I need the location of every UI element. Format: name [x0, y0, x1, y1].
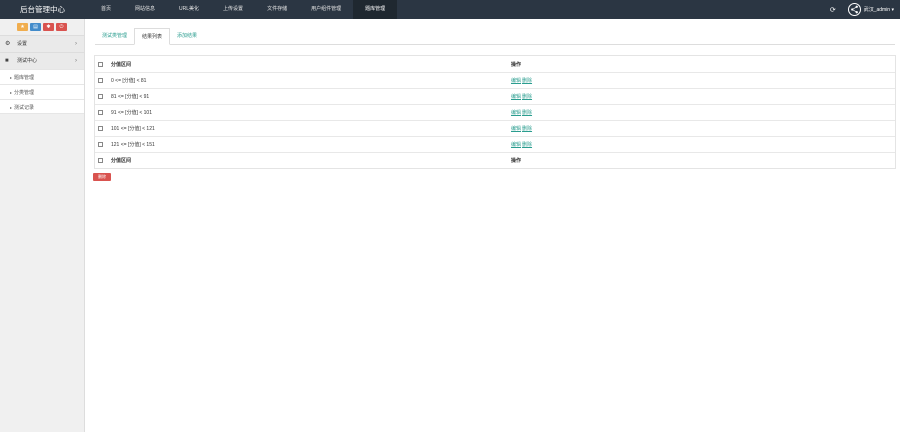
row-checkbox[interactable] [98, 110, 103, 115]
column-footer-range: 分值区间 [111, 158, 132, 164]
star-icon[interactable]: ★ [17, 23, 28, 31]
row-actions: 编辑删除 [511, 109, 891, 116]
edit-link[interactable]: 编辑 [511, 142, 521, 148]
table-row: 101 <= [分值] < 121 编辑删除 [95, 120, 895, 136]
gear-icon[interactable]: ✱ [43, 23, 54, 31]
tab-add-result[interactable]: 添加结果 [170, 28, 204, 45]
nav-item-upload[interactable]: 上传设置 [211, 0, 255, 19]
sidebar-group-label: 设置 [17, 40, 28, 47]
delete-link[interactable]: 删除 [522, 126, 532, 132]
row-range: 121 <= [分值] < 151 [111, 142, 155, 148]
row-range: 81 <= [分值] < 91 [111, 94, 150, 100]
column-header-actions: 操作 [511, 61, 522, 68]
delete-link[interactable]: 删除 [522, 110, 532, 116]
column-header-range: 分值区间 [111, 61, 132, 68]
user-name: 武汉_admin [863, 7, 891, 13]
sidebar: ★ ▤ ✱ ⏻ ⚙ 设置 › ■ 测试中心 › ▸ 题库管理 ▸ 分类管理 ▸ 测试记… [0, 19, 85, 432]
delete-link[interactable]: 删除 [522, 142, 532, 148]
chevron-right-icon: › [75, 58, 77, 64]
nav-item-user-components[interactable]: 用户组件管理 [299, 0, 353, 19]
avatar[interactable] [847, 3, 861, 16]
table-header-row: 分值区间 操作 [95, 56, 895, 72]
sidebar-item-label: 分类管理 [14, 90, 35, 96]
caret-down-icon: ▾ [891, 7, 894, 13]
select-all-checkbox-footer[interactable] [98, 158, 103, 163]
table-row: 0 <= [分值] < 81 编辑删除 [95, 72, 895, 88]
row-checkbox[interactable] [98, 94, 103, 99]
row-checkbox[interactable] [98, 126, 103, 131]
row-actions: 编辑删除 [511, 77, 891, 84]
nav-item-url[interactable]: URL美化 [167, 0, 211, 19]
table-row: 121 <= [分值] < 151 编辑删除 [95, 136, 895, 152]
sidebar-item-categories[interactable]: ▸ 分类管理 [0, 84, 84, 99]
file-icon[interactable]: ▤ [30, 23, 41, 31]
tab-result-list[interactable]: 结果列表 [134, 28, 171, 45]
nav-item-site-info[interactable]: 网站信息 [123, 0, 167, 19]
row-actions: 编辑删除 [511, 141, 891, 148]
row-checkbox[interactable] [98, 142, 103, 147]
table-footer-row: 分值区间 操作 [95, 152, 895, 168]
row-range: 91 <= [分值] < 101 [111, 110, 152, 116]
header-right: ⟳ 武汉_admin ▾ [830, 0, 894, 19]
refresh-icon[interactable]: ⟳ [830, 6, 836, 14]
app-title: 后台管理中心 [20, 5, 65, 14]
nav-item-storage[interactable]: 文件存储 [255, 0, 299, 19]
row-range: 101 <= [分值] < 121 [111, 126, 155, 132]
bulk-delete-button[interactable]: 删除 [93, 173, 111, 181]
quick-actions: ★ ▤ ✱ ⏻ [0, 19, 84, 35]
edit-link[interactable]: 编辑 [511, 126, 521, 132]
edit-link[interactable]: 编辑 [511, 78, 521, 84]
caret-right-icon: ▸ [10, 90, 13, 95]
select-all-checkbox[interactable] [98, 61, 103, 67]
user-menu[interactable]: 武汉_admin ▾ [864, 6, 894, 13]
edit-link[interactable]: 编辑 [511, 94, 521, 100]
row-checkbox[interactable] [98, 78, 103, 83]
nav-item-question-bank[interactable]: 题库管理 [353, 0, 398, 19]
nav-item-home[interactable]: 首页 [89, 0, 123, 19]
cogs-icon: ⚙ [5, 40, 11, 47]
top-nav: 首页 网站信息 URL美化 上传设置 文件存储 用户组件管理 题库管理 [89, 0, 398, 19]
sidebar-group-settings[interactable]: ⚙ 设置 › [0, 35, 84, 52]
share-icon [850, 5, 858, 14]
delete-link[interactable]: 删除 [522, 94, 532, 100]
sidebar-item-label: 题库管理 [14, 75, 35, 81]
table-row: 91 <= [分值] < 101 编辑删除 [95, 104, 895, 120]
book-icon: ■ [5, 57, 9, 64]
row-range: 0 <= [分值] < 81 [111, 78, 147, 84]
sidebar-item-label: 测试记录 [14, 105, 35, 111]
power-icon[interactable]: ⏻ [56, 23, 67, 31]
tab-bar: 测试类管理 结果列表 添加结果 [95, 28, 895, 45]
sidebar-group-label: 测试中心 [17, 57, 38, 64]
sidebar-item-test-records[interactable]: ▸ 测试记录 [0, 99, 84, 114]
edit-link[interactable]: 编辑 [511, 110, 521, 116]
delete-link[interactable]: 删除 [522, 78, 532, 84]
main-content: 测试类管理 结果列表 添加结果 分值区间 操作 0 <= [分值] < 81 编… [86, 19, 900, 432]
sidebar-group-test-center[interactable]: ■ 测试中心 › [0, 52, 84, 69]
table-row: 81 <= [分值] < 91 编辑删除 [95, 88, 895, 104]
chevron-right-icon: › [75, 41, 77, 47]
sidebar-item-question-bank[interactable]: ▸ 题库管理 [0, 69, 84, 84]
results-table: 分值区间 操作 0 <= [分值] < 81 编辑删除 81 <= [分值] <… [94, 55, 896, 169]
row-actions: 编辑删除 [511, 93, 891, 100]
row-actions: 编辑删除 [511, 125, 891, 132]
column-footer-actions: 操作 [511, 158, 522, 164]
tab-test-types[interactable]: 测试类管理 [95, 28, 134, 45]
caret-right-icon: ▸ [10, 105, 13, 110]
top-bar: 后台管理中心 首页 网站信息 URL美化 上传设置 文件存储 用户组件管理 题库… [0, 0, 900, 19]
caret-right-icon: ▸ [10, 75, 13, 80]
